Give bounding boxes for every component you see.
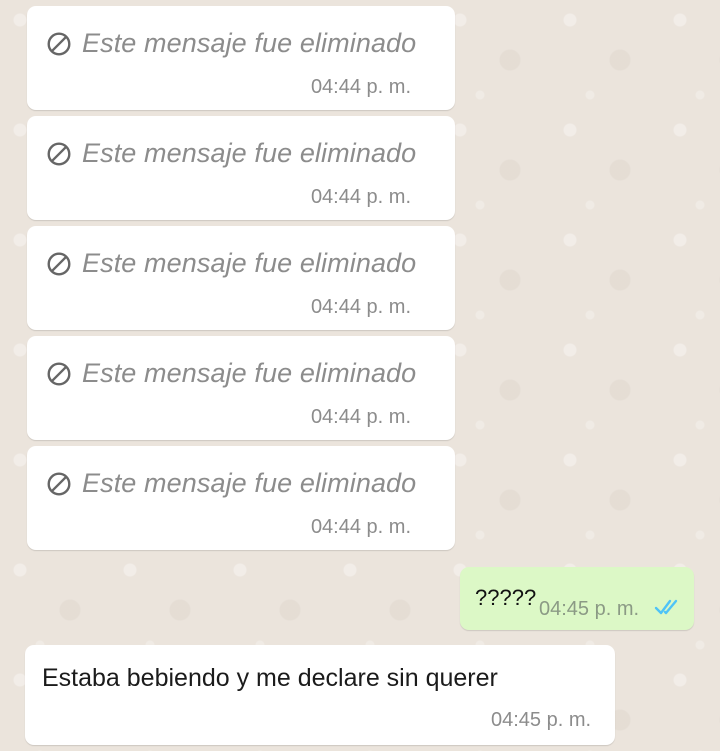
deleted-message-bubble[interactable]: Este mensaje fue eliminado 04:44 p. m. xyxy=(27,446,455,550)
message-timestamp: 04:44 p. m. xyxy=(310,516,411,538)
deleted-message-text: Este mensaje fue eliminado xyxy=(82,468,417,498)
ban-icon xyxy=(47,252,71,275)
deleted-message-text: Este mensaje fue eliminado xyxy=(82,358,417,388)
ban-icon xyxy=(47,472,71,495)
message-timestamp: 04:45 p. m. xyxy=(491,709,592,731)
ban-icon xyxy=(47,142,71,165)
message-timestamp: 04:44 p. m. xyxy=(310,186,411,208)
message-timestamp: 04:45 p. m. xyxy=(539,598,640,620)
deleted-message-bubble[interactable]: Este mensaje fue eliminado 04:44 p. m. xyxy=(27,6,455,110)
deleted-message-row: Este mensaje fue eliminado xyxy=(46,28,416,59)
ban-icon xyxy=(47,32,71,55)
received-message-bubble[interactable]: Estaba bebiendo y me declare sin querer … xyxy=(25,645,615,745)
deleted-message-text: Este mensaje fue eliminado xyxy=(82,138,417,168)
ban-icon xyxy=(47,362,71,385)
deleted-message-row: Este mensaje fue eliminado xyxy=(46,468,416,499)
received-message-text: Estaba bebiendo y me declare sin querer xyxy=(42,664,498,692)
deleted-message-row: Este mensaje fue eliminado xyxy=(46,248,416,279)
message-timestamp: 04:44 p. m. xyxy=(310,296,411,318)
deleted-message-bubble[interactable]: Este mensaje fue eliminado 04:44 p. m. xyxy=(27,116,455,220)
deleted-message-text: Este mensaje fue eliminado xyxy=(82,28,417,58)
deleted-message-bubble[interactable]: Este mensaje fue eliminado 04:44 p. m. xyxy=(27,226,455,330)
deleted-message-text: Este mensaje fue eliminado xyxy=(82,248,417,278)
deleted-message-row: Este mensaje fue eliminado xyxy=(46,358,416,389)
message-timestamp: 04:44 p. m. xyxy=(310,406,411,428)
message-timestamp: 04:44 p. m. xyxy=(310,76,411,98)
double-check-icon xyxy=(654,599,678,615)
sent-message-text: ????? xyxy=(475,585,537,610)
deleted-message-bubble[interactable]: Este mensaje fue eliminado 04:44 p. m. xyxy=(27,336,455,440)
sent-message-bubble[interactable]: ????? 04:45 p. m. xyxy=(460,567,694,630)
deleted-message-row: Este mensaje fue eliminado xyxy=(46,138,416,169)
